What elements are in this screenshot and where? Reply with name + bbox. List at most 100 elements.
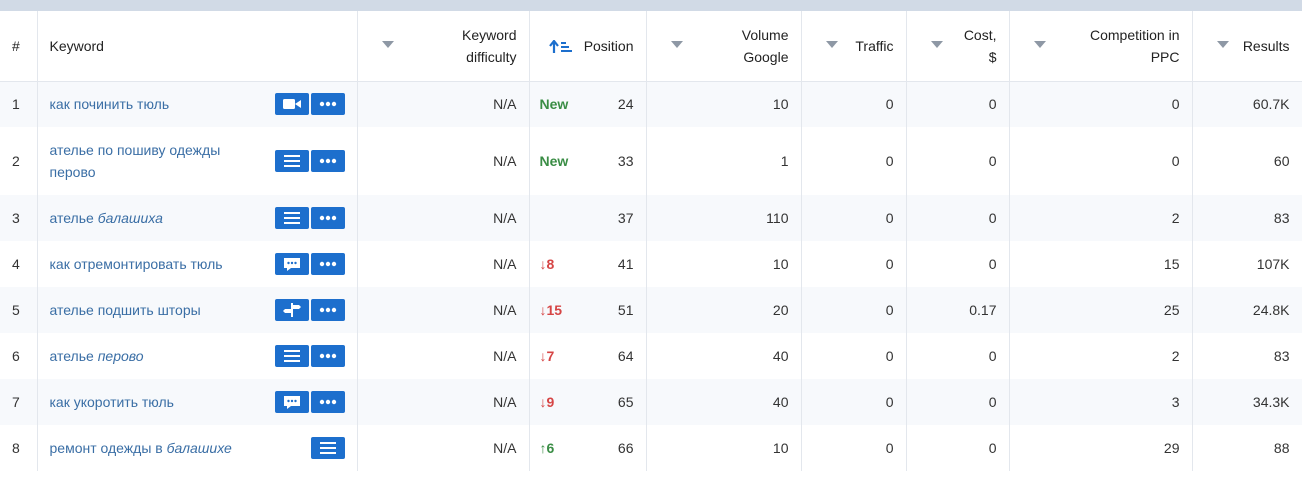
sort-caret-icon[interactable]: [1033, 41, 1046, 48]
volume-cell: 20: [646, 287, 802, 333]
sort-caret-icon[interactable]: [381, 41, 394, 48]
more-icon: [319, 158, 337, 164]
volume-value: 40: [772, 394, 789, 410]
keyword-difficulty-value: N/A: [493, 440, 517, 456]
list-button[interactable]: [274, 150, 309, 172]
keyword-cell: как починить тюль: [37, 81, 358, 127]
results-cell: 83: [1192, 333, 1302, 379]
list-button[interactable]: [274, 207, 309, 229]
keyword-text-italic: балашиха: [97, 210, 163, 226]
competition-value: 29: [1163, 440, 1180, 456]
header-kd-line2: difficulty: [466, 48, 517, 65]
volume-value: 10: [772, 256, 789, 272]
sort-caret-icon[interactable]: [930, 41, 943, 48]
serp-feature-buttons: [274, 150, 345, 172]
competition-cell: 15: [1009, 241, 1193, 287]
keyword-difficulty-cell: N/A: [357, 127, 530, 195]
keyword-text-italic: перово: [97, 348, 144, 364]
more-button[interactable]: [310, 207, 345, 229]
results-cell: 24.8K: [1192, 287, 1302, 333]
sort-caret-icon[interactable]: [1216, 41, 1229, 48]
row-number: 3: [0, 195, 38, 241]
more-button[interactable]: [310, 391, 345, 413]
position-value: 24: [617, 96, 634, 113]
results-value: 83: [1273, 210, 1290, 226]
position-cell: ↓8 41: [529, 241, 647, 287]
serp-feature-buttons: [274, 299, 345, 321]
position-change: ↓8: [539, 256, 555, 272]
more-button[interactable]: [310, 253, 345, 275]
keyword-link[interactable]: ремонт одежды в балашихе: [50, 437, 345, 459]
sort-caret-icon[interactable]: [670, 41, 683, 48]
row-number: 2: [0, 127, 38, 195]
cost-cell: 0: [906, 379, 1010, 425]
table-row: 5 ателье подшить шторы N/A ↓15 51 20 0 0.17 25 24…: [0, 287, 1302, 333]
volume-value: 10: [772, 96, 789, 113]
more-button[interactable]: [310, 93, 345, 116]
keyword-difficulty-cell: N/A: [357, 241, 530, 287]
signpost-button[interactable]: [274, 299, 309, 321]
list-button[interactable]: [310, 437, 345, 459]
serp-feature-buttons: [274, 345, 345, 367]
results-cell: 60.7K: [1192, 81, 1302, 127]
row-number-label: 4: [12, 256, 20, 272]
signpost-icon: [282, 303, 301, 317]
competition-cell: 0: [1009, 127, 1193, 195]
cost-cell: 0: [906, 81, 1010, 127]
cost-cell: 0.17: [906, 287, 1010, 333]
keyword-difficulty-cell: N/A: [357, 287, 530, 333]
header-volume[interactable]: Volume Google: [646, 11, 802, 82]
header-kd-line1: Keyword: [462, 26, 517, 43]
comment-button[interactable]: [274, 253, 309, 275]
volume-cell: 40: [646, 379, 802, 425]
results-cell: 88: [1192, 425, 1302, 471]
list-button[interactable]: [274, 345, 309, 367]
position-cell: ↓15 51: [529, 287, 647, 333]
video-button[interactable]: [274, 93, 309, 116]
cost-value: 0: [988, 440, 997, 456]
serp-feature-buttons: [274, 207, 345, 229]
row-number-label: 5: [12, 302, 20, 318]
cost-value: 0: [988, 96, 997, 113]
serp-feature-buttons: [274, 391, 345, 413]
competition-cell: 29: [1009, 425, 1193, 471]
competition-value: 15: [1163, 256, 1180, 272]
more-button[interactable]: [310, 345, 345, 367]
position-cell: 37: [529, 195, 647, 241]
comment-button[interactable]: [274, 391, 309, 413]
keyword-text: ателье подшить шторы: [49, 302, 201, 318]
sort-ascending-icon[interactable]: [548, 38, 573, 60]
header-traffic[interactable]: Traffic: [801, 11, 907, 82]
competition-value: 0: [1171, 96, 1180, 113]
header-volume-line2: Google: [743, 48, 789, 65]
keyword-difficulty-cell: N/A: [357, 195, 530, 241]
position-value: 65: [617, 394, 634, 410]
header-results[interactable]: Results: [1192, 11, 1302, 82]
more-button[interactable]: [310, 299, 345, 321]
results-value: 107K: [1256, 256, 1290, 272]
header-keyword[interactable]: Keyword: [37, 11, 358, 82]
header-keyword-difficulty[interactable]: Keyword difficulty: [357, 11, 530, 82]
header-cost[interactable]: Cost, $: [906, 11, 1010, 82]
sort-caret-icon[interactable]: [825, 41, 838, 48]
table-row: 7 как укоротить тюль N/A ↓9 65 40 0 0 3 34.3K: [0, 379, 1302, 425]
header-position[interactable]: Position: [529, 11, 647, 82]
more-button[interactable]: [310, 150, 345, 172]
competition-cell: 25: [1009, 287, 1193, 333]
serp-feature-buttons: [274, 93, 345, 116]
traffic-value: 0: [885, 348, 894, 364]
traffic-value: 0: [885, 96, 894, 113]
position-change: ↑6: [539, 440, 555, 456]
keyword-difficulty-value: N/A: [493, 348, 517, 364]
keyword-difficulty-value: N/A: [493, 96, 517, 113]
results-value: 83: [1273, 348, 1290, 364]
results-cell: 34.3K: [1192, 379, 1302, 425]
keyword-difficulty-value: N/A: [493, 210, 517, 226]
cost-cell: 0: [906, 425, 1010, 471]
header-cost-line2: $: [988, 48, 997, 65]
header-cost-line1: Cost,: [963, 26, 997, 43]
keyword-difficulty-cell: N/A: [357, 379, 530, 425]
header-num: #: [0, 11, 38, 82]
keyword-difficulty-value: N/A: [493, 394, 517, 410]
header-competition[interactable]: Competition in PPC: [1009, 11, 1193, 82]
